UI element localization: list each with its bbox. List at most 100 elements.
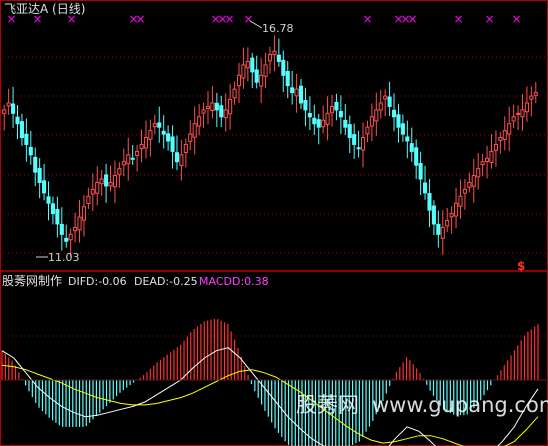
candle-body — [11, 103, 16, 114]
candle — [112, 160, 118, 204]
candle — [73, 212, 78, 243]
candle — [436, 210, 441, 248]
candle-body — [148, 130, 153, 140]
candle-body — [192, 123, 197, 138]
candle — [462, 179, 467, 210]
candle-body — [197, 116, 202, 127]
candle-body — [347, 124, 352, 139]
candle — [400, 114, 405, 142]
candle-body — [254, 69, 259, 83]
candle — [148, 119, 153, 157]
candle-body — [427, 193, 432, 211]
candle-body — [281, 59, 286, 76]
candle-body — [250, 57, 255, 73]
candle-body — [50, 203, 55, 215]
candle — [294, 73, 299, 113]
candle-body — [387, 96, 392, 107]
candle — [183, 138, 188, 168]
candle-body — [453, 202, 459, 217]
candle-body — [276, 54, 281, 62]
candle-body — [360, 137, 366, 151]
candle — [214, 92, 219, 128]
candle — [303, 87, 308, 127]
candle-body — [174, 152, 180, 163]
candle-body — [458, 195, 463, 207]
candle — [524, 86, 529, 122]
candle-body — [90, 188, 95, 195]
candle — [241, 47, 246, 89]
signal-marker-icon: × — [512, 12, 522, 26]
candle-body — [95, 181, 100, 194]
candle — [130, 145, 135, 165]
candle-body — [228, 99, 233, 115]
candle — [467, 172, 472, 193]
candle-body — [285, 71, 290, 87]
candle — [418, 151, 423, 195]
candle — [387, 81, 392, 116]
signal-marker-icon: × — [244, 12, 254, 26]
candle — [24, 118, 29, 162]
candle-body — [365, 126, 370, 135]
candle — [64, 224, 69, 248]
candle — [11, 86, 16, 129]
candle-body — [431, 205, 436, 225]
candle-body — [334, 101, 339, 111]
candle — [2, 104, 7, 131]
candle-body — [294, 88, 299, 97]
candle-body — [210, 102, 215, 111]
candle — [290, 71, 295, 105]
candle-body — [241, 64, 246, 79]
candle — [126, 137, 131, 181]
signal-marker-icon: × — [408, 12, 418, 26]
candle — [166, 125, 171, 151]
signal-marker-icon: × — [485, 12, 495, 26]
candle — [378, 89, 383, 119]
signal-marker-icon: × — [363, 12, 373, 26]
candle-body — [485, 157, 490, 163]
candle-body — [37, 168, 42, 183]
candle — [117, 162, 122, 188]
candle-body — [400, 123, 405, 135]
candle — [205, 90, 211, 124]
candle-body — [290, 87, 295, 94]
candle — [516, 105, 521, 130]
candle-body — [409, 143, 414, 152]
candle-body — [471, 175, 476, 187]
candle-body — [73, 226, 78, 232]
candle-body — [135, 150, 140, 157]
candle-body — [263, 64, 268, 77]
candle-body — [449, 213, 454, 218]
candle-body — [214, 102, 219, 111]
candle-body — [396, 114, 401, 128]
candle-body — [117, 168, 122, 176]
candle — [46, 181, 51, 221]
candle — [33, 147, 38, 187]
candle — [325, 96, 330, 141]
candle — [347, 115, 352, 154]
candle-body — [502, 130, 507, 140]
candle-body — [108, 181, 113, 187]
candle — [6, 88, 11, 115]
candle — [489, 134, 494, 169]
candle-body — [19, 121, 24, 139]
candle-body — [467, 181, 472, 188]
candle — [445, 207, 450, 232]
candle — [409, 127, 414, 162]
candle — [174, 135, 180, 171]
candle-body — [183, 143, 188, 154]
candle-body — [170, 136, 175, 152]
indicator-name: 股莠网制作 — [2, 274, 62, 288]
candle-body — [493, 143, 498, 152]
candle — [170, 125, 175, 169]
candle — [414, 139, 419, 180]
candle-body — [391, 109, 397, 118]
candle-body — [533, 92, 538, 96]
candle — [449, 206, 454, 234]
candle-body — [179, 154, 184, 166]
candle-body — [272, 50, 277, 56]
candle — [157, 106, 162, 143]
candle-body — [436, 223, 441, 235]
candle — [285, 61, 290, 99]
candle — [81, 195, 87, 237]
candle-body — [46, 196, 51, 204]
